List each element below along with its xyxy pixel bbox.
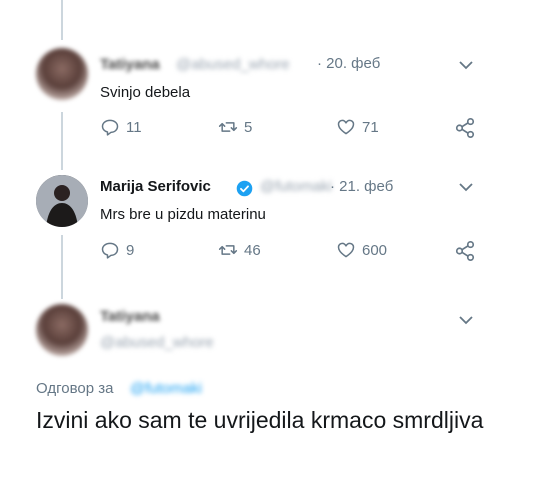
tweet-2[interactable]: Marija Serifovic @futomaki · 21. феб Mrs… (0, 150, 549, 270)
reply-count: 9 (126, 241, 135, 259)
avatar[interactable] (36, 304, 88, 356)
tweet-date[interactable]: · 21. феб (330, 178, 393, 195)
chevron-down-icon[interactable] (458, 57, 474, 73)
tweet-text: Izvini ako sam te uvrijedila krmaco smrd… (36, 407, 484, 433)
author-handle[interactable]: @futomaki (260, 178, 332, 195)
reply-button[interactable]: 11 (100, 117, 142, 137)
retweet-count: 46 (244, 241, 261, 259)
person-silhouette (36, 175, 88, 227)
retweet-icon (218, 245, 238, 255)
share-icon[interactable] (454, 117, 476, 139)
reply-icon (101, 119, 119, 136)
tweet-date[interactable]: · 20. феб (317, 55, 380, 72)
retweet-icon (218, 122, 238, 132)
chevron-down-icon[interactable] (458, 179, 474, 195)
like-count: 71 (362, 118, 379, 136)
retweet-button[interactable]: 5 (218, 117, 252, 137)
reply-to-label: Одговор за (36, 380, 114, 397)
author-name[interactable]: Marija Serifovic (100, 178, 211, 195)
verified-icon (236, 180, 253, 197)
avatar[interactable] (36, 175, 88, 227)
author-handle[interactable]: @abused_whore (100, 334, 214, 351)
like-icon (337, 242, 355, 258)
like-icon (337, 119, 355, 135)
like-button[interactable]: 71 (336, 117, 379, 137)
like-button[interactable]: 600 (336, 240, 387, 260)
author-name[interactable]: Tatiyana (100, 308, 160, 325)
tweet-text: Mrs bre u pizdu materinu (100, 206, 266, 223)
share-icon[interactable] (454, 240, 476, 262)
chevron-down-icon[interactable] (458, 312, 474, 328)
author-handle[interactable]: @abused_whore (176, 56, 290, 73)
tweet-text: Svinjo debela (100, 84, 191, 101)
tweet-1[interactable]: Tatiyana @abused_whore · 20. феб Svinjo … (0, 0, 549, 150)
reply-count: 11 (126, 118, 142, 136)
like-count: 600 (362, 241, 388, 259)
reply-icon (101, 242, 119, 259)
reply-button[interactable]: 9 (100, 240, 134, 260)
avatar[interactable] (36, 48, 88, 100)
reply-to-handle[interactable]: @futomaki (130, 380, 202, 397)
retweet-button[interactable]: 46 (218, 240, 261, 260)
author-name[interactable]: Tatiyana (100, 56, 160, 73)
retweet-count: 5 (244, 118, 253, 136)
tweet-3[interactable]: Tatiyana @abused_whore Одговор за @futom… (0, 290, 549, 477)
